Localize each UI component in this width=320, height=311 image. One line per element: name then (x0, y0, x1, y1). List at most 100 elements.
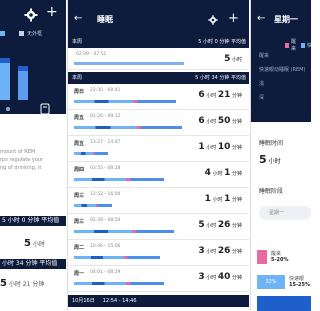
sleep-day: 周三 (74, 193, 85, 199)
sleep-log-panel: ← 睡眠 + 本周 5 小时 0 分钟 平均值 02:09 - 07:51 5 … (67, 0, 249, 311)
sleep-time-range: 12:52 - 16:00 (90, 192, 121, 197)
sleep-entry[interactable]: 02:09 - 07:51 5 小时 (68, 48, 249, 70)
sleep-duration: 5 小时 (224, 54, 242, 64)
stage-pct: 15-25% (289, 282, 311, 288)
sleep-entry[interactable]: 周三 12:52 - 16:00 1 小时 1 分钟 (68, 188, 249, 214)
chart-legend: 无外框 (0, 30, 42, 37)
add-icon[interactable]: + (46, 5, 58, 19)
sleep-entry[interactable]: 周五 01:26 - 09:12 6 小时 50 分钟 (68, 110, 249, 136)
duration-hours: 5 (224, 54, 231, 64)
stage-label: 快速眼 (289, 276, 305, 282)
day-selector[interactable]: 星期一 (259, 206, 311, 220)
stage-bar: 32% (257, 275, 285, 289)
legend-label: 醒来 (291, 39, 297, 52)
chart-bar (0, 62, 10, 100)
add-icon[interactable]: + (228, 11, 239, 26)
stage-row-awake: 醒来 5-20% (257, 250, 311, 264)
section-average: 5 小时 34 分钟 平均值 (195, 75, 246, 81)
legend-swatch (301, 42, 305, 48)
hour-unit: 小时 (206, 249, 217, 255)
duration-unit: 小时 (32, 241, 45, 248)
sleep-duration: 6 小时 50 分钟 (198, 116, 242, 126)
duration-hours: 6 (198, 90, 205, 100)
stage-row-rem: 32% 快速眼 15-25% (257, 275, 311, 289)
summary-row: 小时 34 分钟 平均值 (0, 259, 66, 269)
sleep-duration: 3 小时 26 分钟 (198, 246, 242, 256)
sleep-stage-strip (74, 230, 174, 233)
back-arrow-icon[interactable]: ← (74, 13, 82, 24)
sleep-entry[interactable]: 周三 02:39 - 08:50 5 小时 26 分钟 (68, 214, 249, 240)
sleep-stage-strip (74, 204, 112, 207)
sleep-stage-strip (74, 126, 182, 129)
sleep-stage-strip (74, 282, 164, 285)
sleep-duration: 1 小时 1 分钟 (205, 194, 242, 204)
stage-pct: 5-20% (271, 257, 289, 263)
stage-bar (257, 250, 267, 264)
section-label: 本周 (72, 75, 83, 81)
duration-hours: 6 (198, 116, 205, 126)
sleep-time-range: 04:01 - 08:29 (90, 270, 121, 275)
sleep-entry[interactable]: 周二 10:46 - 15:06 3 小时 26 分钟 (68, 240, 249, 266)
gear-icon[interactable] (24, 8, 38, 22)
duration-unit: 小时 21 分钟 (8, 281, 45, 288)
duration-hours: 4 (204, 168, 211, 178)
sleep-time-range: 13:27 - 14:47 (90, 140, 121, 145)
page-title: 星期一 (274, 15, 298, 24)
duration-minutes: 26 (217, 220, 231, 230)
legend-swatch (285, 42, 289, 48)
minute-unit: 分钟 (231, 93, 242, 99)
back-arrow-icon[interactable]: ← (257, 13, 265, 24)
duration-hours: 1 (204, 194, 211, 204)
summary-duration: 5 小时 21 分钟 (0, 278, 66, 289)
sleep-stage-strip (74, 152, 108, 155)
duration-hours: 5 (0, 278, 7, 289)
duration-unit: 小时 (231, 57, 242, 63)
info-line: mount of REM (0, 149, 36, 155)
sleep-stage-strip (74, 256, 160, 259)
duration-hours: 3 (198, 246, 205, 256)
sleep-entry[interactable]: 周五 13:27 - 14:47 1 小时 10 分钟 (68, 136, 249, 162)
legend-label: 快 (307, 42, 311, 49)
sleep-time-range: 12:54 - 14:46 (102, 298, 137, 304)
section-label: 10月16日 (72, 298, 95, 304)
sleep-entry[interactable]: 周四 03:55 - 08:28 4 小时 1 分钟 (68, 162, 249, 188)
sleep-entry[interactable]: 周一 04:01 - 08:29 3 小时 40 分钟 (68, 266, 249, 292)
sleep-duration: 4 小时 1 分钟 (205, 168, 242, 178)
sleep-day: 周日 (74, 89, 85, 95)
info-text: mount of REM rps regulate your ng of dri… (0, 148, 43, 172)
sleep-time-range: 03:55 - 08:28 (90, 166, 121, 171)
hour-unit: 小时 (206, 145, 217, 151)
sleep-day: 周二 (74, 245, 85, 251)
detail-header: ← 星期一 醒来 快 醒来 快速眼动睡眠 (REM) 浅 深 (251, 0, 311, 122)
sleep-stage-strip (74, 178, 164, 181)
stage-axis-label: 浅 (259, 81, 265, 87)
stage-axis-label: 深 (259, 95, 265, 101)
duration-minutes: 1 (224, 194, 231, 204)
gear-icon[interactable] (208, 15, 218, 25)
sleep-day: 周四 (74, 167, 85, 173)
duration-minutes: 10 (217, 142, 231, 152)
hour-unit: 小时 (206, 223, 217, 229)
left-chart-header: + 无外框 (0, 0, 66, 115)
section-header: 10月16日 12:54 - 14:46 (68, 295, 249, 307)
duration-hours: 1 (198, 142, 205, 152)
duration-hours: 5 (198, 220, 205, 230)
sleep-duration: 6 小时 21 分钟 (198, 90, 242, 100)
section-average: 5 小时 0 分钟 平均值 (198, 39, 246, 45)
stage-axis-label: 快速眼动睡眠 (REM) (259, 67, 306, 73)
minute-unit: 分钟 (231, 171, 242, 177)
hour-unit: 小时 (206, 93, 217, 99)
sleep-stages-label: 睡眠阶段 (259, 188, 284, 195)
sleep-time-range: 10:46 - 15:06 (90, 244, 121, 249)
hour-unit: 小时 (212, 197, 223, 203)
minute-unit: 分钟 (231, 275, 242, 281)
detail-legend: 醒来 快 (285, 38, 311, 52)
section-label: 本周 (72, 39, 83, 45)
sleep-day: 周三 (74, 219, 85, 225)
page-title: 睡眠 (97, 15, 113, 24)
duration-minutes: 21 (217, 90, 231, 100)
duration-minutes: 26 (217, 246, 231, 256)
toolbar-icons (6, 103, 50, 115)
sleep-day: 周一 (74, 271, 85, 277)
sleep-entry[interactable]: 周日 22:30 - 08:41 6 小时 21 分钟 (68, 84, 249, 110)
